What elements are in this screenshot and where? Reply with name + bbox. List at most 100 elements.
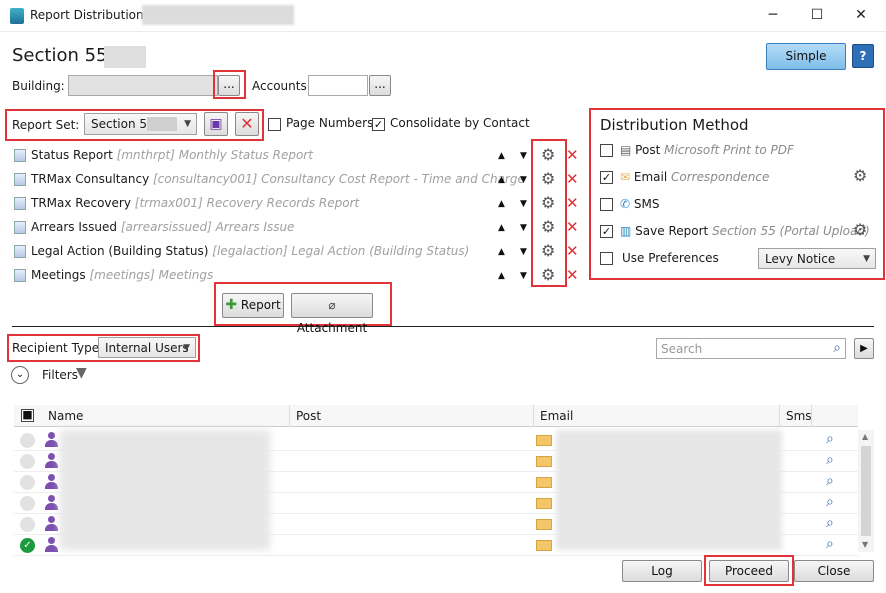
user-icon <box>44 495 58 511</box>
minimize-button[interactable]: ─ <box>758 4 788 26</box>
column-header-post[interactable]: Post <box>290 405 534 427</box>
report-set-label: Report Set: <box>12 118 80 132</box>
filters-toggle[interactable]: ⌄ <box>11 366 29 384</box>
report-settings-gear-icon[interactable]: ⚙ <box>541 243 555 259</box>
phone-icon: ✆ <box>620 197 631 211</box>
preferences-select[interactable]: Levy Notice ▼ <box>758 248 876 269</box>
select-all-checkbox[interactable]: ■ <box>21 409 34 422</box>
move-up-icon[interactable]: ▲ <box>498 223 505 233</box>
save-report-checkbox[interactable]: ✓ <box>600 225 613 238</box>
post-option: ▤ Post Microsoft Print to PDF <box>620 143 794 157</box>
move-up-icon[interactable]: ▲ <box>498 175 505 185</box>
recipient-type-select[interactable]: Internal Users ▼ <box>98 337 196 358</box>
scroll-up-arrow[interactable]: ▲ <box>862 432 868 441</box>
sms-label: SMS <box>633 197 660 211</box>
column-header-sms[interactable]: Sms <box>780 405 812 427</box>
magnifier-icon[interactable]: ⌕ <box>826 473 834 489</box>
report-settings-gear-icon[interactable]: ⚙ <box>541 219 555 235</box>
report-settings-gear-icon[interactable]: ⚙ <box>541 171 555 187</box>
accounts-browse-button[interactable]: ... <box>369 75 391 96</box>
save-report-settings-gear-icon[interactable]: ⚙ <box>853 222 867 238</box>
move-down-icon[interactable]: ▼ <box>520 151 527 161</box>
plus-icon: ✚ <box>225 297 238 313</box>
magnifier-icon[interactable]: ⌕ <box>826 431 834 447</box>
delete-report-set-button[interactable]: ✕ <box>235 112 259 136</box>
scroll-thumb[interactable] <box>861 446 871 536</box>
move-down-icon[interactable]: ▼ <box>520 247 527 257</box>
use-preferences-checkbox[interactable] <box>600 252 613 265</box>
magnifier-icon[interactable]: ⌕ <box>826 536 834 552</box>
remove-report-icon[interactable]: ✕ <box>566 196 579 211</box>
column-header-name[interactable]: Name <box>42 405 290 427</box>
report-row[interactable]: TRMax Recovery [trmax001] Recovery Recor… <box>14 193 574 215</box>
magnifier-icon[interactable]: ⌕ <box>826 452 834 468</box>
report-code: [legalaction] Legal Action (Building Sta… <box>212 244 470 258</box>
move-up-icon[interactable]: ▲ <box>498 199 505 209</box>
grid-scrollbar[interactable]: ▲ ▼ <box>858 430 874 552</box>
add-attachment-button[interactable]: ⌀ Attachment <box>291 293 373 335</box>
title-bar: Report Distribution - ─ ☐ ✕ <box>0 0 886 32</box>
sms-checkbox[interactable] <box>600 198 613 211</box>
row-select-circle[interactable] <box>20 517 35 532</box>
close-button[interactable]: Close <box>794 560 874 582</box>
column-header-email[interactable]: Email <box>534 405 780 427</box>
consolidate-checkbox[interactable]: ✓ <box>372 118 385 131</box>
report-row[interactable]: TRMax Consultancy [consultancy001] Consu… <box>14 169 574 191</box>
row-select-circle[interactable] <box>20 433 35 448</box>
post-checkbox[interactable] <box>600 144 613 157</box>
remove-report-icon[interactable]: ✕ <box>566 268 579 283</box>
remove-report-icon[interactable]: ✕ <box>566 244 579 259</box>
move-up-icon[interactable]: ▲ <box>498 151 505 161</box>
search-input[interactable]: Search ⌕ <box>656 338 846 359</box>
move-down-icon[interactable]: ▼ <box>520 199 527 209</box>
report-row[interactable]: Legal Action (Building Status) [legalact… <box>14 241 574 263</box>
scroll-down-arrow[interactable]: ▼ <box>862 540 868 549</box>
maximize-button[interactable]: ☐ <box>802 4 832 26</box>
move-up-icon[interactable]: ▲ <box>498 271 505 281</box>
building-browse-button[interactable]: ... <box>218 75 240 96</box>
move-down-icon[interactable]: ▼ <box>520 223 527 233</box>
magnifier-icon[interactable]: ⌕ <box>826 494 834 510</box>
save-report-set-button[interactable]: ▣ <box>204 112 228 136</box>
page-numbers-checkbox[interactable] <box>268 118 281 131</box>
post-label: Post <box>635 143 661 157</box>
email-envelope-icon <box>536 498 552 509</box>
report-settings-gear-icon[interactable]: ⚙ <box>541 195 555 211</box>
page-title: Section 55_ <box>12 45 117 66</box>
expand-right-button[interactable]: ▶ <box>854 338 874 359</box>
report-name: TRMax Recovery <box>31 196 131 210</box>
move-up-icon[interactable]: ▲ <box>498 247 505 257</box>
selected-check-icon[interactable]: ✓ <box>20 538 35 553</box>
report-name: Legal Action (Building Status) <box>31 244 209 258</box>
report-row[interactable]: Arrears Issued [arrearsissued] Arrears I… <box>14 217 574 239</box>
move-down-icon[interactable]: ▼ <box>520 175 527 185</box>
delete-x-icon: ✕ <box>240 114 254 133</box>
magnifier-icon[interactable]: ⌕ <box>826 515 834 531</box>
remove-report-icon[interactable]: ✕ <box>566 220 579 235</box>
row-select-circle[interactable] <box>20 475 35 490</box>
log-button[interactable]: Log <box>622 560 702 582</box>
close-window-button[interactable]: ✕ <box>846 4 876 26</box>
row-select-circle[interactable] <box>20 454 35 469</box>
report-row[interactable]: Meetings [meetings] Meetings <box>14 265 574 287</box>
report-settings-gear-icon[interactable]: ⚙ <box>541 147 555 163</box>
row-select-circle[interactable] <box>20 496 35 511</box>
remove-report-icon[interactable]: ✕ <box>566 172 579 187</box>
help-button[interactable]: ? <box>852 44 874 68</box>
filter-funnel-icon[interactable]: ▼ <box>76 365 87 381</box>
accounts-input[interactable] <box>308 75 368 96</box>
report-settings-gear-icon[interactable]: ⚙ <box>541 267 555 283</box>
report-row[interactable]: Status Report [mnthrpt] Monthly Status R… <box>14 145 574 167</box>
simple-button[interactable]: Simple <box>766 43 846 70</box>
report-set-select[interactable]: Section 55_ ▼ <box>84 113 197 135</box>
floppy-icon: ▣ <box>209 116 223 132</box>
email-checkbox[interactable]: ✓ <box>600 171 613 184</box>
add-report-button[interactable]: ✚ Report <box>222 293 284 318</box>
paperclip-icon: ⌀ <box>328 298 336 312</box>
remove-report-icon[interactable]: ✕ <box>566 148 579 163</box>
move-down-icon[interactable]: ▼ <box>520 271 527 281</box>
email-settings-gear-icon[interactable]: ⚙ <box>853 168 867 184</box>
search-icon[interactable]: ⌕ <box>833 340 841 356</box>
proceed-button[interactable]: Proceed <box>709 560 789 582</box>
building-input[interactable] <box>68 75 218 96</box>
